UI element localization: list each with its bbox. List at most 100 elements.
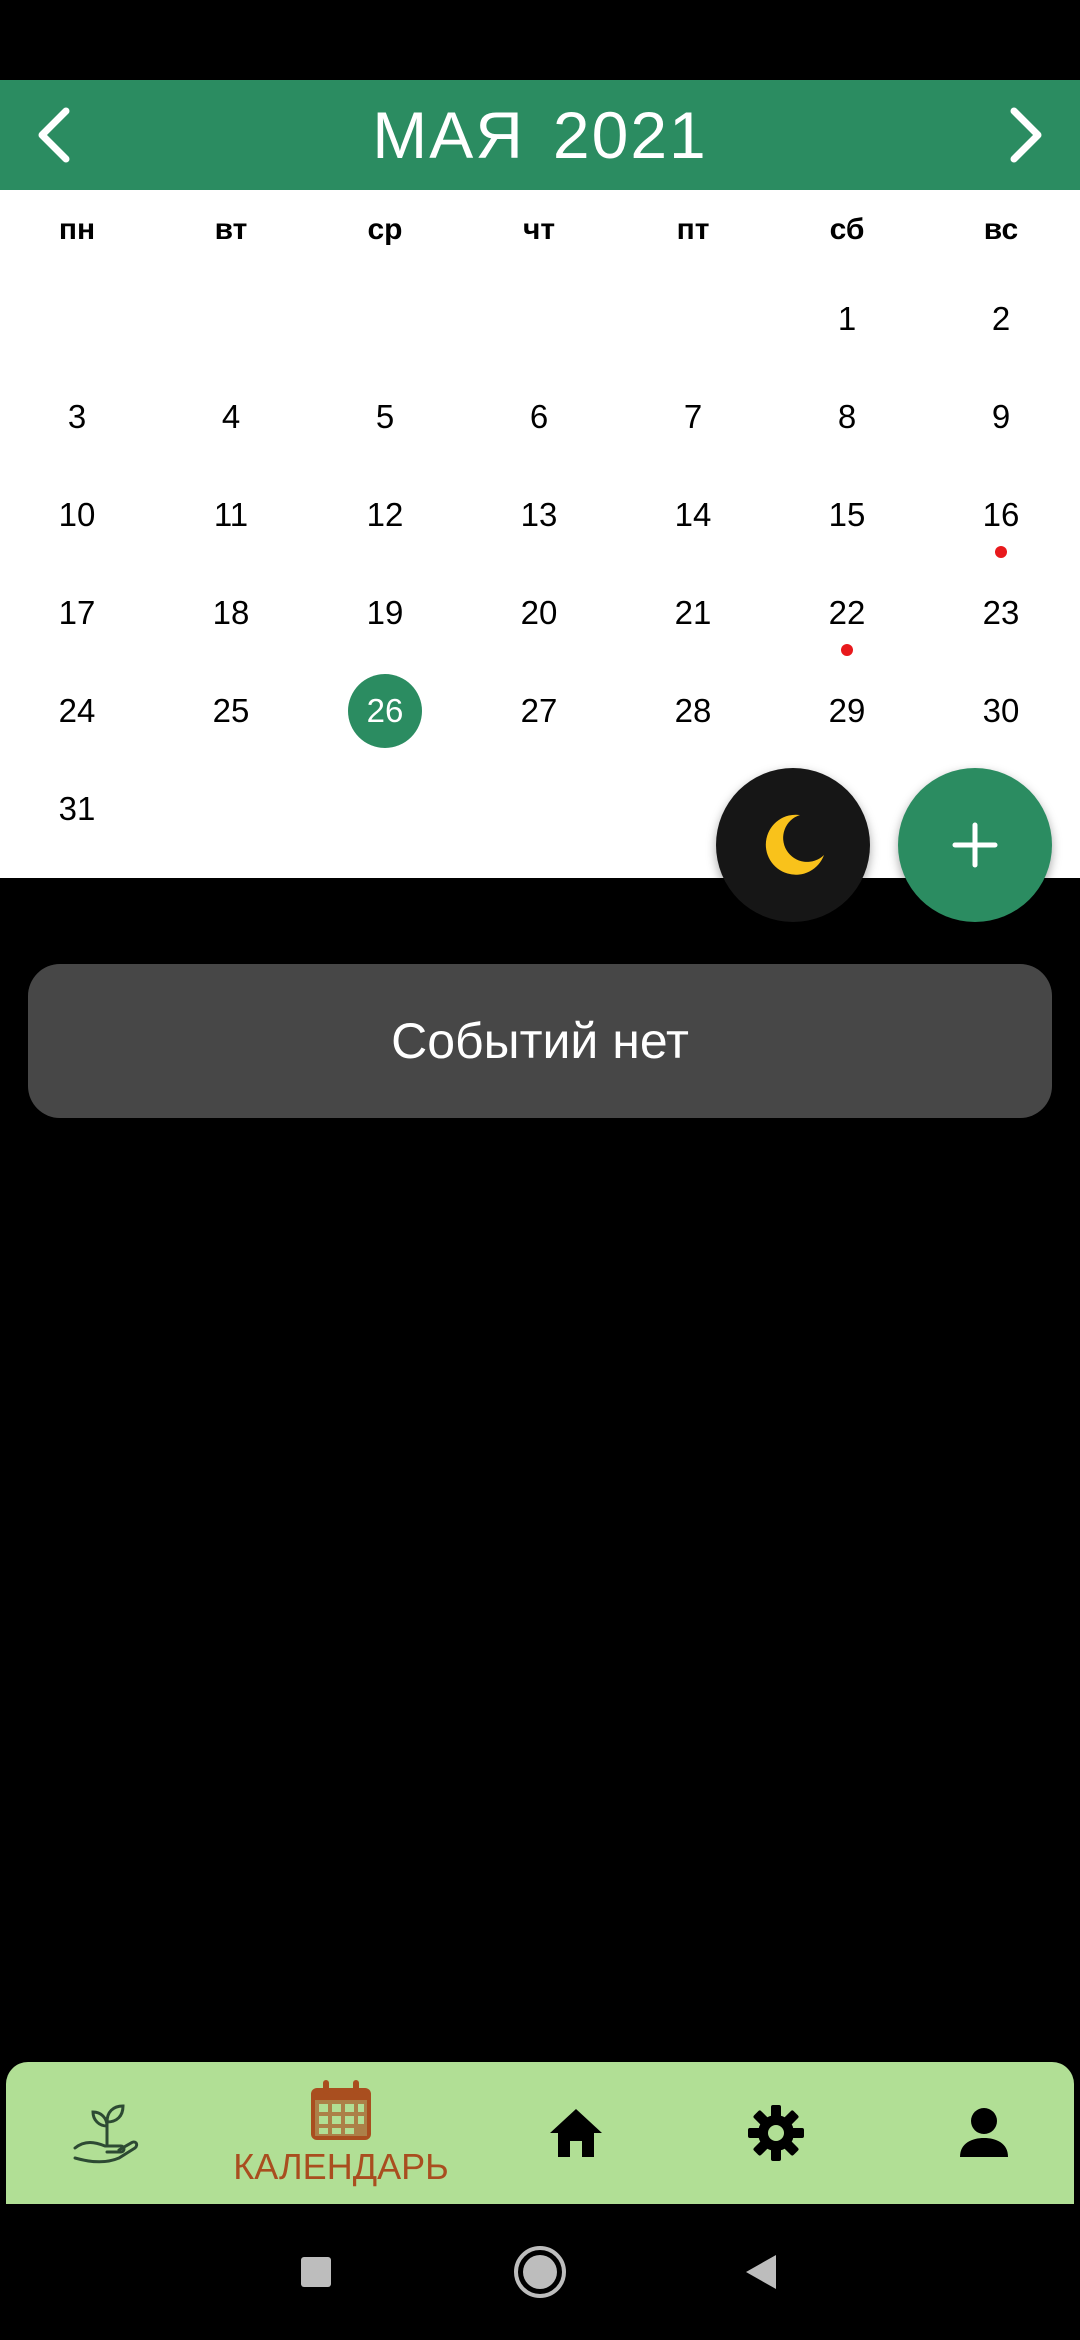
day-cell[interactable]: 20	[462, 564, 616, 662]
day-number: 7	[683, 398, 703, 435]
day-cell[interactable]: 29	[770, 662, 924, 760]
day-number: 23	[982, 594, 1020, 631]
day-cell[interactable]: 30	[924, 662, 1078, 760]
day-cell[interactable]: 1	[770, 270, 924, 368]
prev-month-button[interactable]	[0, 80, 110, 190]
day-cell-selected[interactable]: 26	[308, 662, 462, 760]
home-icon	[550, 2109, 602, 2157]
day-cell[interactable]: 31	[0, 760, 154, 858]
weekday-label: пн	[58, 213, 96, 246]
recents-button[interactable]	[256, 2204, 376, 2340]
weekday-label: вс	[983, 213, 1019, 246]
day-cell[interactable]: 15	[770, 466, 924, 564]
night-mode-button[interactable]	[716, 768, 870, 922]
weekday-label: ср	[367, 213, 403, 246]
day-cell[interactable]: 13	[462, 466, 616, 564]
day-cell[interactable]: 25	[154, 662, 308, 760]
nav-item-calendar[interactable]: КАЛЕНДАРЬ	[196, 2062, 486, 2204]
event-dot-indicator	[995, 546, 1007, 558]
day-cell[interactable]: 18	[154, 564, 308, 662]
day-number: 14	[674, 496, 712, 533]
day-cell[interactable]: 22	[770, 564, 924, 662]
app-screen: МАЯ 2021 пн вт ср чт пт сб вс 1 2 3 4 5 6 7 8 9 10 11 12 13…	[0, 0, 1080, 2340]
calendar-icon	[311, 2080, 371, 2140]
home-circle-icon	[514, 2246, 566, 2298]
day-number: 9	[991, 398, 1011, 435]
nav-item-home[interactable]	[506, 2062, 646, 2204]
day-cell[interactable]: 27	[462, 662, 616, 760]
nav-label-calendar: КАЛЕНДАРЬ	[233, 2146, 449, 2187]
nav-item-profile[interactable]	[914, 2062, 1054, 2204]
day-number: 6	[529, 398, 549, 435]
day-cell[interactable]: 23	[924, 564, 1078, 662]
events-empty-card: Событий нет	[28, 964, 1052, 1118]
weekday-label: вт	[214, 213, 248, 246]
day-cell[interactable]: 8	[770, 368, 924, 466]
next-month-button[interactable]	[970, 80, 1080, 190]
plant-hand-icon	[73, 2104, 139, 2164]
day-number: 15	[828, 496, 866, 533]
day-cell[interactable]: 5	[308, 368, 462, 466]
day-number: 24	[58, 692, 96, 729]
day-number: 21	[674, 594, 712, 631]
day-number: 20	[520, 594, 558, 631]
system-back-button[interactable]	[700, 2204, 820, 2340]
add-event-button[interactable]	[898, 768, 1052, 922]
day-number: 12	[366, 496, 404, 533]
weekday-row: пн вт ср чт пт сб вс	[0, 190, 1080, 270]
day-cell[interactable]: 14	[616, 466, 770, 564]
system-navigation-bar	[0, 2204, 1080, 2340]
day-cell[interactable]: 21	[616, 564, 770, 662]
day-number: 8	[837, 398, 857, 435]
day-number: 30	[982, 692, 1020, 729]
day-number: 29	[828, 692, 866, 729]
chevron-right-icon	[1010, 107, 1042, 163]
events-empty-text: Событий нет	[391, 1013, 689, 1069]
day-number: 10	[58, 496, 96, 533]
day-cell[interactable]: 3	[0, 368, 154, 466]
gear-icon	[748, 2105, 804, 2161]
nav-item-settings[interactable]	[706, 2062, 846, 2204]
weekday-label: чт	[522, 213, 556, 246]
day-number: 1	[837, 300, 857, 337]
day-cell[interactable]: 6	[462, 368, 616, 466]
day-number: 11	[213, 496, 249, 533]
person-icon	[960, 2108, 1008, 2157]
day-cell[interactable]: 12	[308, 466, 462, 564]
day-cell[interactable]: 24	[0, 662, 154, 760]
day-number: 27	[520, 692, 558, 729]
day-cell[interactable]: 16	[924, 466, 1078, 564]
weekday-label: пт	[676, 213, 710, 246]
day-cell[interactable]: 9	[924, 368, 1078, 466]
day-cell[interactable]: 28	[616, 662, 770, 760]
day-cell[interactable]: 17	[0, 564, 154, 662]
day-number: 13	[520, 496, 558, 533]
day-number: 3	[67, 398, 87, 435]
day-number: 31	[58, 790, 96, 827]
system-home-button[interactable]	[480, 2204, 600, 2340]
day-cell[interactable]: 4	[154, 368, 308, 466]
day-number: 18	[212, 594, 250, 631]
bottom-navigation: КАЛЕНДАРЬ	[6, 2062, 1074, 2204]
day-number: 28	[674, 692, 712, 729]
chevron-left-icon	[38, 107, 70, 163]
day-number: 25	[212, 692, 250, 729]
day-cell[interactable]: 2	[924, 270, 1078, 368]
day-number: 22	[828, 594, 866, 631]
weekday-label: сб	[829, 213, 865, 246]
recents-square-icon	[301, 2257, 331, 2287]
day-cell[interactable]: 7	[616, 368, 770, 466]
event-dot-indicator	[841, 644, 853, 656]
plus-icon	[952, 822, 998, 868]
day-number: 26	[366, 692, 404, 729]
day-number: 4	[221, 398, 241, 435]
month-name: МАЯ	[372, 98, 525, 172]
day-number: 17	[58, 594, 96, 631]
day-number: 19	[366, 594, 404, 631]
nav-item-plants[interactable]	[26, 2062, 186, 2204]
calendar-header: МАЯ 2021	[0, 80, 1080, 190]
day-cell[interactable]: 10	[0, 466, 154, 564]
day-cell[interactable]: 11	[154, 466, 308, 564]
year-label: 2021	[552, 98, 708, 172]
day-cell[interactable]: 19	[308, 564, 462, 662]
